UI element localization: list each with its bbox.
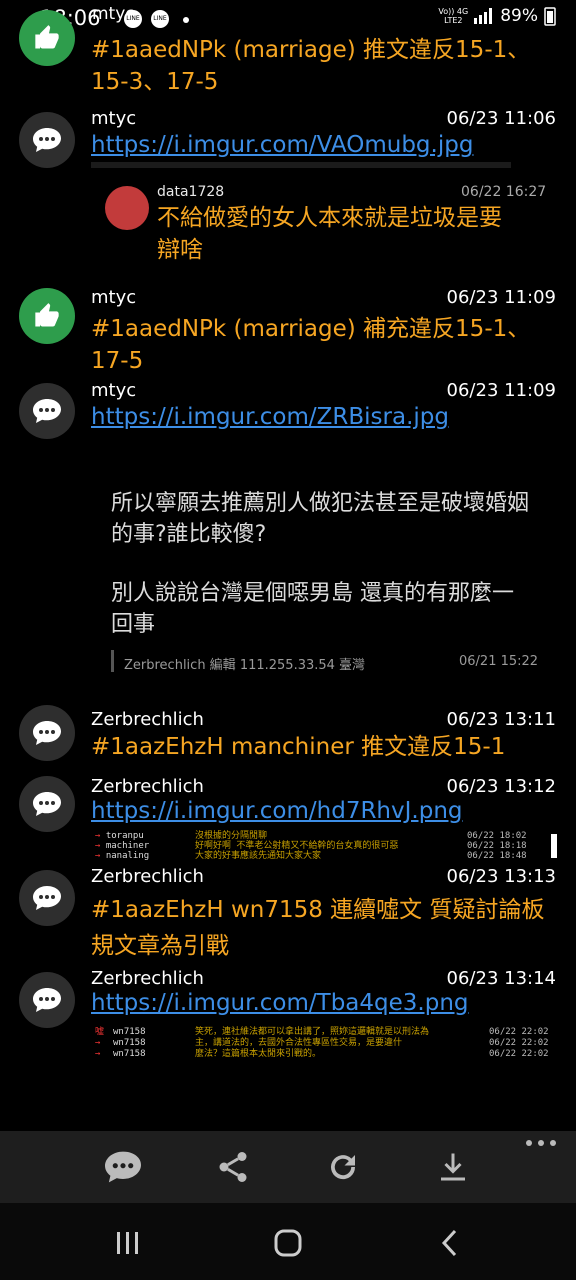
preview-user: data1728 (157, 184, 225, 200)
refresh-icon[interactable] (321, 1145, 365, 1189)
preview-text: 別人說說台灣是個噁男島 還真的有那麼一回事 (111, 581, 514, 637)
avatar (105, 186, 149, 230)
message-time: 06/23 13:12 (446, 776, 556, 797)
sender-name: mtyc (91, 287, 137, 308)
message-time: 06/23 13:11 (446, 709, 556, 730)
share-icon[interactable] (211, 1145, 255, 1189)
ptt-line: → wn7158 麼法？這篇根本太閒來引戰的。 06/22 22:02 (95, 1049, 549, 1059)
battery-percent: 89% (500, 6, 538, 26)
image-link[interactable]: https://i.imgur.com/Tba4qe3.png (91, 990, 469, 1016)
comment-icon (19, 972, 75, 1028)
sender-name: mtyc (91, 380, 137, 401)
line-notification-icon: LINE (124, 10, 142, 28)
sender-name: Zerbrechlich (91, 866, 204, 887)
image-preview[interactable]: data1728 06/22 16:27 不給做愛的女人本來就是垃圾是要辯啥 (91, 162, 561, 280)
more-notifications-icon (183, 17, 189, 23)
sender-name: Zerbrechlich (91, 968, 204, 989)
status-right: Vo)) 4G LTE2 89% (438, 6, 556, 26)
image-link[interactable]: https://i.imgur.com/hd7RhvJ.png (91, 798, 463, 824)
image-preview[interactable]: → toranpu 沒根據的分隔閒聊 06/22 18:02 → machine… (91, 830, 561, 862)
message-text: #1aaedNPk (marriage) 補充違反15-1、17-5 (91, 316, 531, 374)
message-text: #1aazEhzH manchiner 推文違反15-1 (91, 734, 506, 760)
message-time: 06/23 11:09 (446, 287, 556, 308)
network-icon: Vo)) 4G LTE2 (438, 7, 469, 25)
image-link[interactable]: https://i.imgur.com/ZRBisra.jpg (91, 404, 449, 430)
preview-text: 所以寧願去推薦別人做犯法甚至是破壞婚姻的事?誰比較傻? (111, 491, 530, 547)
message-time: 06/23 13:14 (446, 968, 556, 989)
ptt-line: → machiner 好啊好啊 不準老公射精又不給幹的台女真的很可惡 06/22… (95, 841, 527, 851)
preview-time: 06/22 16:27 (461, 184, 547, 200)
ptt-line: → toranpu 沒根據的分隔閒聊 06/22 18:02 (95, 831, 527, 841)
action-bar (0, 1131, 576, 1203)
preview-meta: Zerbrechlich 編輯 111.255.33.54 臺灣 (124, 658, 366, 673)
comment-icon (19, 705, 75, 761)
signal-icon (474, 8, 493, 24)
comment-icon (19, 112, 75, 168)
line-notification-icon: LINE (151, 10, 169, 28)
battery-icon (544, 7, 556, 26)
recent-apps-icon[interactable] (106, 1223, 150, 1263)
back-icon[interactable] (428, 1223, 472, 1263)
comment-icon (19, 870, 75, 926)
image-link[interactable]: https://i.imgur.com/VAOmubg.jpg (91, 132, 473, 158)
comment-icon (19, 383, 75, 439)
ptt-line: → nanaling 大家的好事應該先通知大家大家 06/22 18:48 (95, 851, 527, 861)
ptt-line: 噓 wn7158 笑死，連社維法都可以拿出講了，照妳這邏輯就是以刑法為 06/2… (95, 1027, 549, 1037)
comment-icon (19, 776, 75, 832)
message-time: 06/23 11:06 (446, 108, 556, 129)
image-preview[interactable]: 噓 wn7158 笑死，連社維法都可以拿出講了，照妳這邏輯就是以刑法為 06/2… (91, 1026, 561, 1064)
ptt-line: → wn7158 主，講道法的，去國外合法性專區性交易，是要違什 06/22 2… (95, 1038, 549, 1048)
image-preview[interactable]: 所以寧願去推薦別人做犯法甚至是破壞婚姻的事?誰比較傻? 別人說說台灣是個噁男島 … (91, 438, 561, 693)
sender-name: mtyc (91, 108, 137, 129)
preview-meta-time: 06/21 15:22 (459, 654, 539, 669)
more-options-icon[interactable] (519, 1133, 563, 1153)
scroll-indicator (551, 834, 557, 858)
message-time: 06/23 11:09 (446, 380, 556, 401)
sender-name: Zerbrechlich (91, 709, 204, 730)
comment-icon[interactable] (101, 1145, 145, 1189)
message-time: 06/23 13:13 (446, 866, 556, 887)
sender-name: Zerbrechlich (91, 776, 204, 797)
thumbs-up-icon (19, 10, 75, 66)
preview-text: 不給做愛的女人本來就是垃圾是要辯啥 (157, 205, 502, 263)
home-icon[interactable] (266, 1223, 310, 1263)
message-text: #1aaedNPk (marriage) 推文違反15-1、15-3、17-5 (91, 37, 531, 95)
thumbs-up-icon (19, 288, 75, 344)
message-text: #1aazEhzH wn7158 連續噓文 質疑討論板規文章為引戰 (91, 897, 545, 959)
system-nav-bar (0, 1203, 576, 1280)
download-icon[interactable] (431, 1145, 475, 1189)
